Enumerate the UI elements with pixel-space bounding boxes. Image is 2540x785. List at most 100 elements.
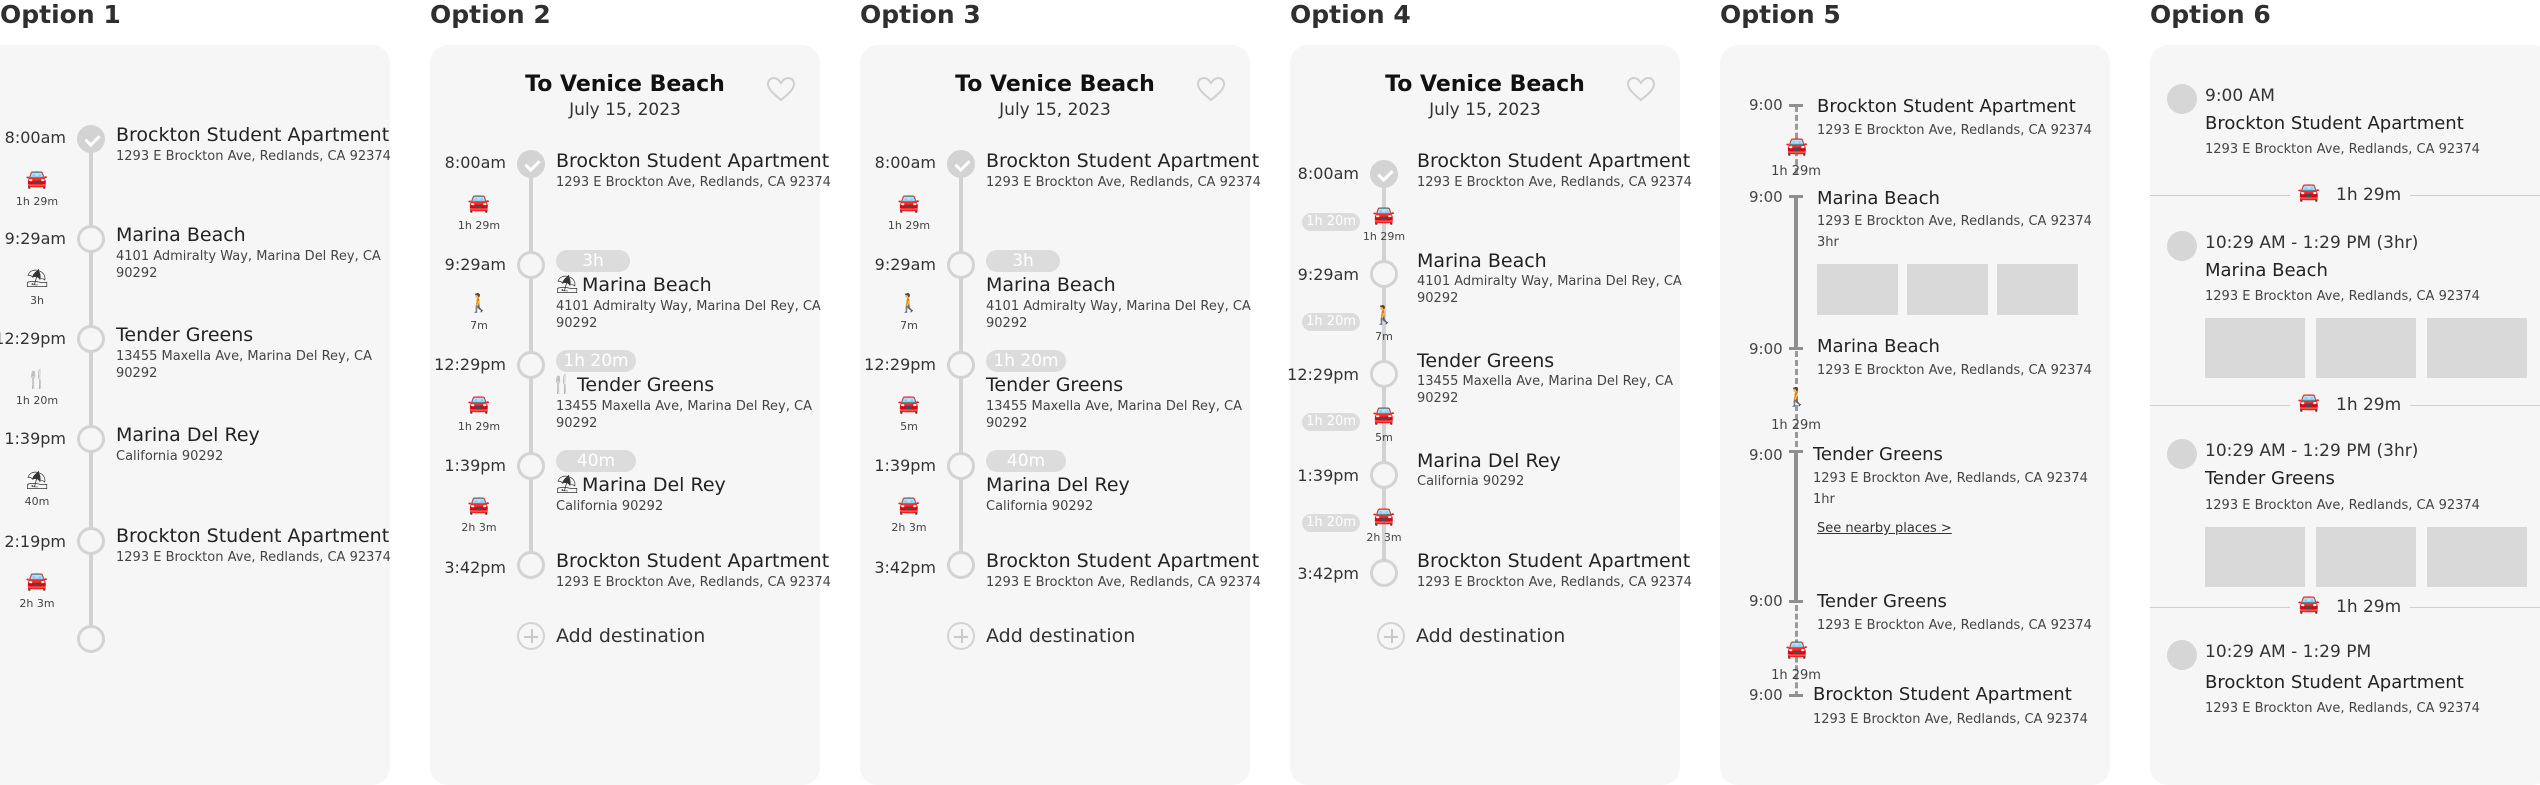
place-photo[interactable] bbox=[1997, 264, 2078, 315]
stop-marker[interactable] bbox=[77, 325, 105, 353]
stop-checked-marker[interactable] bbox=[947, 150, 975, 178]
stop-marker[interactable] bbox=[947, 251, 975, 279]
trip-title: To Venice Beach bbox=[1385, 72, 1585, 97]
stay-duration-pill: 1h 20m bbox=[1302, 413, 1360, 431]
place-photo[interactable] bbox=[2427, 318, 2527, 378]
stop-marker[interactable] bbox=[517, 551, 545, 579]
tick-mark bbox=[1789, 694, 1803, 697]
place-photo[interactable] bbox=[2205, 318, 2305, 378]
add-destination-label[interactable]: Add destination bbox=[986, 625, 1135, 647]
leg-duration: 2h 3m bbox=[461, 521, 497, 534]
see-nearby-places-link[interactable]: See nearby places > bbox=[1817, 521, 1952, 536]
stop-name: Brockton Student Apartment bbox=[556, 550, 830, 572]
stop-marker[interactable] bbox=[1370, 461, 1398, 489]
stop-time: 9:29am bbox=[444, 255, 506, 274]
stop-marker[interactable] bbox=[947, 351, 975, 379]
stop-marker[interactable] bbox=[2167, 640, 2197, 670]
stop-marker[interactable] bbox=[2167, 231, 2197, 261]
leg-duration: 7m bbox=[1375, 330, 1393, 343]
stop-address: 4101 Admiralty Way, Marina Del Rey, CA 90… bbox=[986, 299, 1251, 331]
divider bbox=[2150, 607, 2290, 608]
add-destination-button[interactable] bbox=[947, 622, 975, 650]
stop-name: Marina Beach bbox=[116, 224, 246, 246]
stop-marker[interactable] bbox=[2167, 439, 2197, 469]
stop-time: 1:39pm bbox=[4, 429, 66, 448]
stop-name: Tender Greens bbox=[986, 374, 1124, 396]
stop-name: Tender Greens bbox=[116, 324, 254, 346]
leg-duration: 5m bbox=[1375, 431, 1393, 444]
add-destination-label[interactable]: Add destination bbox=[1416, 625, 1565, 647]
stop-marker[interactable] bbox=[947, 551, 975, 579]
add-destination-label[interactable]: Add destination bbox=[556, 625, 705, 647]
stop-marker[interactable] bbox=[517, 251, 545, 279]
heart-icon[interactable] bbox=[1626, 76, 1656, 102]
stay-duration-pill: 1h 20m bbox=[1302, 313, 1360, 331]
solid-stay-line bbox=[1794, 452, 1798, 601]
stop-marker[interactable] bbox=[947, 452, 975, 480]
stop-name: Tender Greens bbox=[1813, 444, 1943, 465]
place-photo[interactable] bbox=[1817, 264, 1898, 315]
stop-marker[interactable] bbox=[77, 425, 105, 453]
stop-name: Marina Del Rey bbox=[116, 424, 260, 446]
walk-icon: 🚶 bbox=[1785, 387, 1809, 408]
beach-umbrella-icon: ⛱ bbox=[555, 274, 579, 295]
stop-name: Marina Del Rey bbox=[1417, 450, 1561, 472]
stop-time: 10:29 AM - 1:29 PM (3hr) bbox=[2205, 441, 2419, 461]
stop-marker[interactable] bbox=[1370, 360, 1398, 388]
walk-icon: 🚶 bbox=[897, 293, 921, 314]
stay-duration-pill: 1h 20m bbox=[1302, 213, 1360, 231]
stop-address: 13455 Maxella Ave, Marina Del Rey, CA 902… bbox=[1417, 374, 1673, 406]
add-destination-button[interactable] bbox=[517, 622, 545, 650]
stop-marker[interactable] bbox=[1370, 559, 1398, 587]
stop-address: 1293 E Brockton Ave, Redlands, CA 92374 bbox=[1817, 214, 2092, 229]
stop-name: Brockton Student Apartment bbox=[986, 550, 1260, 572]
stop-address: 1293 E Brockton Ave, Redlands, CA 92374 bbox=[986, 175, 1261, 190]
stop-marker[interactable] bbox=[2167, 84, 2197, 114]
car-icon: 🚘 bbox=[897, 495, 921, 516]
end-marker[interactable] bbox=[77, 625, 105, 653]
stay-duration-pill: 3h bbox=[986, 250, 1060, 272]
stop-time: 9:00 bbox=[1749, 188, 1783, 206]
place-photo[interactable] bbox=[2205, 527, 2305, 587]
car-icon: 🚘 bbox=[2297, 594, 2321, 615]
tick-mark bbox=[1789, 347, 1803, 350]
heart-icon[interactable] bbox=[1196, 76, 1226, 102]
stop-address: 1293 E Brockton Ave, Redlands, CA 92374 bbox=[1813, 471, 2088, 486]
place-photo[interactable] bbox=[2316, 527, 2416, 587]
add-destination-button[interactable] bbox=[1377, 622, 1405, 650]
stop-time: 9:29am bbox=[1297, 265, 1359, 284]
stop-name: Marina Beach bbox=[2205, 260, 2328, 281]
option-3-title: Option 3 bbox=[860, 0, 981, 29]
stop-address: 13455 Maxella Ave, Marina Del Rey, CA 902… bbox=[556, 399, 812, 431]
stop-address: 4101 Admiralty Way, Marina Del Rey, CA 90… bbox=[1417, 274, 1682, 306]
leg-duration: 1h 29m bbox=[887, 219, 931, 232]
stop-marker[interactable] bbox=[77, 225, 105, 253]
car-icon: 🚘 bbox=[1372, 205, 1396, 226]
stop-name: Tender Greens bbox=[577, 374, 715, 396]
stop-name: Tender Greens bbox=[2205, 468, 2335, 489]
stay-duration: 3hr bbox=[1817, 235, 1839, 250]
stop-name: Tender Greens bbox=[1417, 350, 1555, 372]
leg-duration: 2h 3m bbox=[891, 521, 927, 534]
stop-time: 10:29 AM - 1:29 PM bbox=[2205, 642, 2372, 662]
stop-checked-marker[interactable] bbox=[77, 125, 105, 153]
solid-stay-line bbox=[1794, 197, 1798, 349]
leg-duration: 1h 29m bbox=[15, 195, 59, 208]
stop-address: 1293 E Brockton Ave, Redlands, CA 92374 bbox=[1417, 575, 1692, 590]
place-photo[interactable] bbox=[1907, 264, 1988, 315]
stop-marker[interactable] bbox=[517, 351, 545, 379]
stop-address: 1293 E Brockton Ave, Redlands, CA 92374 bbox=[556, 575, 831, 590]
stop-name: Marina Beach bbox=[1817, 188, 1940, 209]
car-icon: 🚘 bbox=[467, 394, 491, 415]
stop-marker[interactable] bbox=[517, 452, 545, 480]
stop-marker[interactable] bbox=[77, 527, 105, 555]
place-photo[interactable] bbox=[2316, 318, 2416, 378]
stop-address: 13455 Maxella Ave, Marina Del Rey, CA 902… bbox=[986, 399, 1242, 431]
stop-checked-marker[interactable] bbox=[517, 150, 545, 178]
stop-address: California 90292 bbox=[1417, 474, 1525, 489]
heart-icon[interactable] bbox=[766, 76, 796, 102]
place-photo[interactable] bbox=[2427, 527, 2527, 587]
stay-duration: 3h bbox=[30, 294, 44, 307]
stop-checked-marker[interactable] bbox=[1370, 160, 1398, 188]
stop-marker[interactable] bbox=[1370, 260, 1398, 288]
